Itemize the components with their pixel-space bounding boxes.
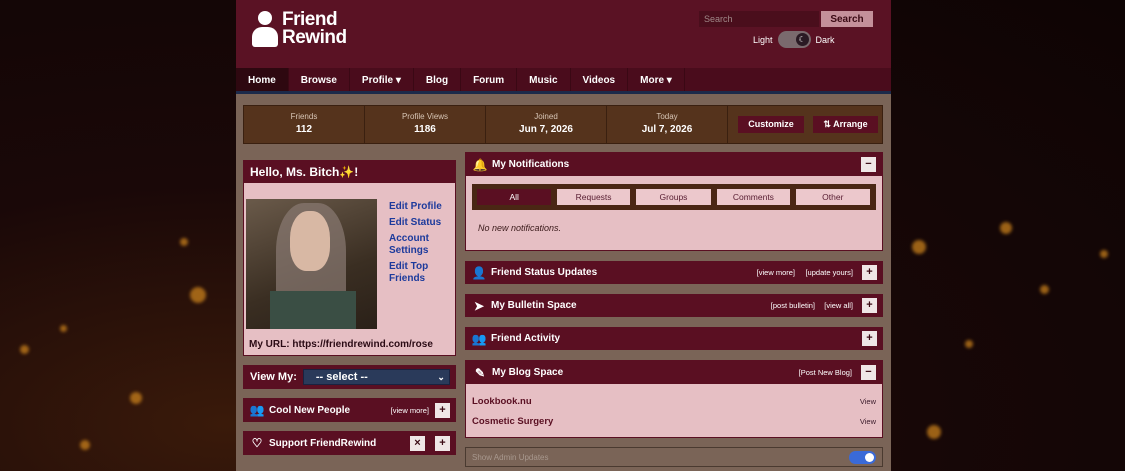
expand-button[interactable]: +	[862, 298, 877, 313]
stat-today: Today Jul 7, 2026	[607, 106, 728, 143]
cool-new-people-title: Cool New People	[269, 404, 351, 416]
moon-icon: ☾	[795, 33, 809, 46]
hello-panel: Hello, Ms. Bitch✨! Edit Profile Edit Sta…	[243, 160, 456, 356]
view-my-bar: View My: -- select -- ⌄	[243, 365, 456, 389]
filter-other[interactable]: Other	[795, 189, 870, 205]
main-nav: Home Browse Profile ▾ Blog Forum Music V…	[236, 68, 891, 94]
friend-status-title: Friend Status Updates	[491, 267, 598, 278]
empty-notifications: No new notifications.	[478, 223, 562, 233]
customize-button[interactable]: Customize	[738, 116, 804, 133]
update-yours-link[interactable]: [update yours]	[805, 268, 853, 277]
view-link[interactable]: View	[860, 417, 876, 426]
site-header: Friend Rewind Search Light ☾ Dark	[236, 0, 891, 68]
post-new-blog-link[interactable]: [Post New Blog]	[799, 368, 852, 377]
nav-videos[interactable]: Videos	[571, 68, 629, 91]
post-bulletin-link[interactable]: [post bulletin]	[771, 301, 815, 310]
url-label: My URL:	[249, 339, 290, 350]
cool-people-view-more-link[interactable]: [view more]	[391, 406, 429, 415]
nav-music[interactable]: Music	[517, 68, 571, 91]
profile-url: My URL: https://friendrewind.com/rose	[249, 339, 433, 350]
search-button[interactable]: Search	[821, 11, 873, 27]
nav-forum[interactable]: Forum	[461, 68, 518, 91]
filter-all[interactable]: All	[477, 189, 552, 205]
blog-entry-title[interactable]: Lookbook.nu	[472, 396, 532, 407]
edit-profile-link[interactable]: Edit Profile	[389, 201, 454, 213]
user-icon: 👤	[471, 265, 487, 280]
nav-browse[interactable]: Browse	[289, 68, 350, 91]
logo-line-2: Rewind	[282, 27, 347, 48]
theme-light-label: Light	[753, 34, 773, 45]
heart-icon: ♡	[251, 436, 263, 450]
collapse-button[interactable]: −	[861, 157, 876, 172]
friend-activity-panel: 👥 Friend Activity +	[465, 327, 883, 350]
nav-more[interactable]: More ▾	[628, 68, 685, 91]
admin-updates-label: Show Admin Updates	[472, 453, 549, 462]
expand-button[interactable]: +	[862, 331, 877, 346]
account-settings-link[interactable]: Account Settings	[389, 233, 454, 257]
theme-toggle[interactable]: ☾	[777, 31, 811, 48]
bulletin-panel: ➤ My Bulletin Space [post bulletin] [vie…	[465, 294, 883, 317]
chevron-down-icon: ⌄	[437, 372, 445, 382]
site-logo[interactable]: Friend Rewind	[252, 10, 347, 48]
stat-profile-views: Profile Views 1186	[365, 106, 486, 143]
edit-icon: ✎	[474, 365, 486, 380]
people-icon: 👥	[471, 331, 487, 346]
admin-updates-toggle[interactable]	[849, 451, 876, 464]
filter-groups[interactable]: Groups	[635, 189, 712, 205]
url-value[interactable]: https://friendrewind.com/rose	[292, 339, 433, 350]
stat-friends[interactable]: Friends 112	[244, 106, 365, 143]
theme-switch: Light ☾ Dark	[753, 31, 835, 48]
blog-entry-title[interactable]: Cosmetic Surgery	[472, 416, 553, 427]
list-item: Cosmetic Surgery View	[472, 416, 876, 427]
list-item: Lookbook.nu View	[472, 396, 876, 407]
expand-button[interactable]: +	[862, 265, 877, 280]
person-icon	[252, 11, 278, 47]
filter-comments[interactable]: Comments	[717, 189, 790, 205]
theme-dark-label: Dark	[815, 34, 835, 45]
support-title: Support FriendRewind	[269, 437, 377, 449]
notifications-title: My Notifications	[492, 159, 570, 170]
support-panel: ♡ Support FriendRewind × +	[243, 431, 456, 455]
search-input[interactable]	[699, 11, 819, 27]
arrange-button[interactable]: ⇅ Arrange	[813, 116, 878, 133]
view-my-label: View My:	[250, 371, 297, 383]
profile-photo[interactable]	[246, 199, 377, 329]
hello-title: Hello, Ms. Bitch✨!	[244, 161, 455, 183]
stat-joined: Joined Jun 7, 2026	[486, 106, 607, 143]
expand-button[interactable]: +	[435, 402, 450, 418]
bell-icon: 🔔	[472, 157, 488, 172]
expand-button[interactable]: +	[435, 435, 450, 451]
collapse-button[interactable]: −	[861, 365, 876, 380]
view-all-bulletins-link[interactable]: [view all]	[824, 301, 853, 310]
profile-links: Edit Profile Edit Status Account Setting…	[389, 201, 454, 289]
friend-activity-title: Friend Activity	[491, 333, 561, 344]
status-view-more-link[interactable]: [view more]	[757, 268, 795, 277]
nav-home[interactable]: Home	[236, 68, 289, 91]
admin-updates-bar: Show Admin Updates	[465, 447, 883, 467]
view-link[interactable]: View	[860, 397, 876, 406]
nav-profile[interactable]: Profile ▾	[350, 68, 414, 91]
page-container: Friend Rewind Search Light ☾ Dark Home B…	[236, 0, 891, 471]
people-icon: 👥	[249, 403, 265, 417]
stats-bar: Friends 112 Profile Views 1186 Joined Ju…	[243, 105, 883, 144]
nav-blog[interactable]: Blog	[414, 68, 462, 91]
edit-top-friends-link[interactable]: Edit Top Friends	[389, 261, 454, 285]
blog-panel: ✎ My Blog Space [Post New Blog] − Lookbo…	[465, 360, 883, 438]
blog-title: My Blog Space	[492, 367, 564, 378]
edit-status-link[interactable]: Edit Status	[389, 217, 454, 229]
notifications-panel: 🔔 My Notifications − All Requests Groups…	[465, 152, 883, 251]
close-button[interactable]: ×	[410, 435, 425, 451]
send-icon: ➤	[473, 298, 485, 313]
friend-status-panel: 👤 Friend Status Updates [view more] [upd…	[465, 261, 883, 284]
notification-filters: All Requests Groups Comments Other	[472, 184, 876, 210]
view-my-select[interactable]: -- select -- ⌄	[302, 369, 450, 385]
cool-new-people-panel: 👥 Cool New People [view more] +	[243, 398, 456, 422]
filter-requests[interactable]: Requests	[557, 189, 630, 205]
bulletin-title: My Bulletin Space	[491, 300, 577, 311]
